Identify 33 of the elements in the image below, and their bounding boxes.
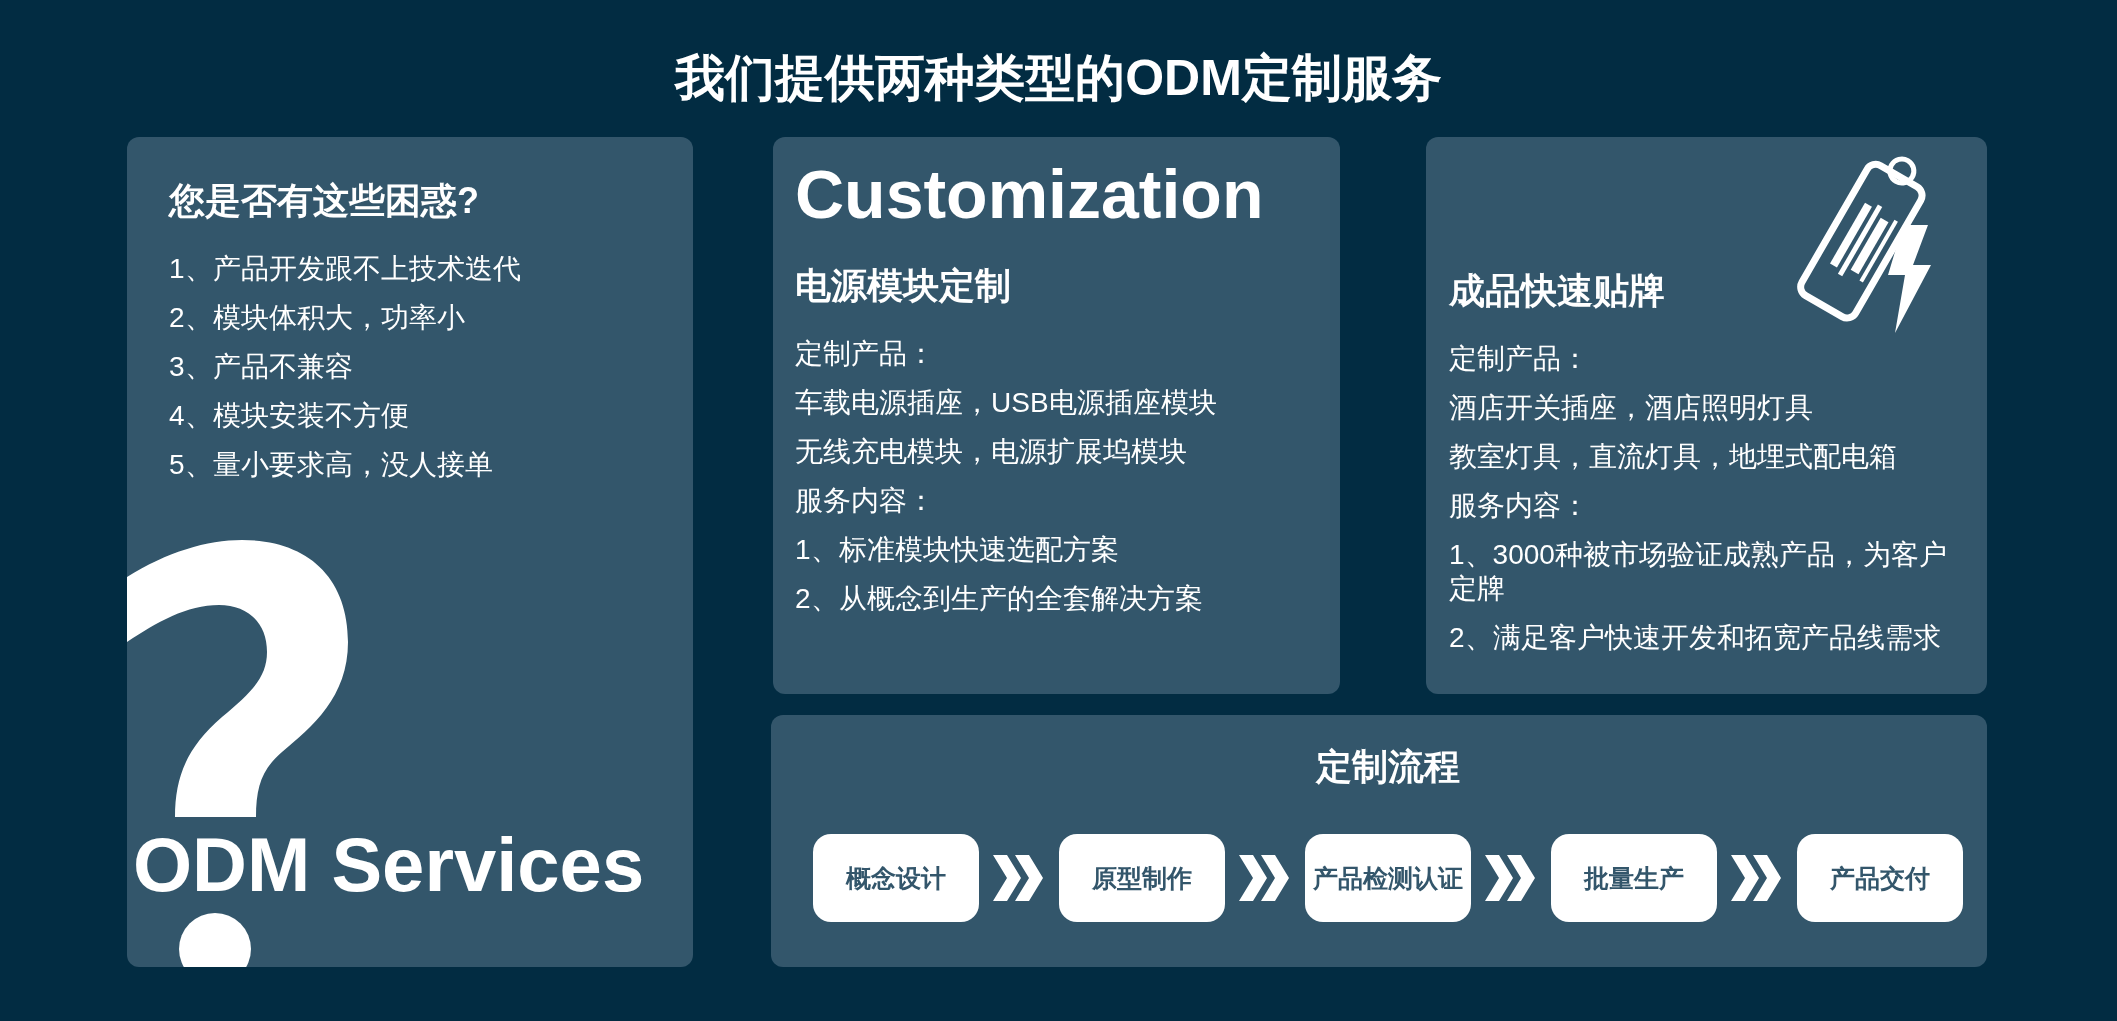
card-heading: 电源模块定制 bbox=[795, 263, 1012, 308]
problem-item: 4、模块安装不方便 bbox=[169, 399, 410, 433]
double-chevron-icon bbox=[1239, 855, 1291, 901]
double-chevron-icon bbox=[1485, 855, 1537, 901]
double-chevron-icon bbox=[1731, 855, 1783, 901]
card-text: 2、从概念到生产的全套解决方案 bbox=[795, 581, 1204, 616]
card-text: 定制产品： bbox=[1449, 342, 1590, 376]
problem-item: 3、产品不兼容 bbox=[169, 350, 354, 384]
card-text: 无线充电模块，电源扩展坞模块 bbox=[795, 434, 1188, 469]
process-step: 概念设计 bbox=[813, 834, 979, 922]
problem-item: 1、产品开发跟不上技术迭代 bbox=[169, 252, 522, 286]
odm-services-caption: ODM Services bbox=[133, 827, 645, 903]
card-text: 酒店开关插座，酒店照明灯具 bbox=[1449, 391, 1814, 425]
card-text: 教室灯具，直流灯具，地埋式配电箱 bbox=[1449, 440, 1898, 474]
card-heading: 定制流程 bbox=[1316, 745, 1460, 789]
process-step: 原型制作 bbox=[1059, 834, 1225, 922]
page-title: 我们提供两种类型的ODM定制服务 bbox=[675, 49, 1442, 108]
process-step: 产品交付 bbox=[1797, 834, 1963, 922]
process-step: 产品检测认证 bbox=[1305, 834, 1471, 922]
card-text: 定制产品： bbox=[795, 336, 936, 371]
card-text: 2、满足客户快速开发和拓宽产品线需求 bbox=[1449, 621, 1942, 655]
customization-label: Customization bbox=[795, 157, 1265, 232]
card-text: 车载电源插座，USB电源插座模块 bbox=[795, 385, 1218, 420]
card-heading: 成品快速贴牌 bbox=[1449, 269, 1666, 313]
problem-item: 2、模块体积大，功率小 bbox=[169, 301, 466, 335]
card-heading: 您是否有这些困惑? bbox=[169, 179, 480, 223]
problem-item: 5、量小要求高，没人接单 bbox=[169, 448, 494, 482]
card-text: 服务内容： bbox=[795, 483, 936, 518]
double-chevron-icon bbox=[993, 855, 1045, 901]
process-step: 批量生产 bbox=[1551, 834, 1717, 922]
card-text: 1、标准模块快速选配方案 bbox=[795, 532, 1120, 567]
card-text: 1、3000种被市场验证成熟产品，为客户定牌 bbox=[1449, 538, 1948, 606]
card-text: 服务内容： bbox=[1449, 489, 1590, 523]
